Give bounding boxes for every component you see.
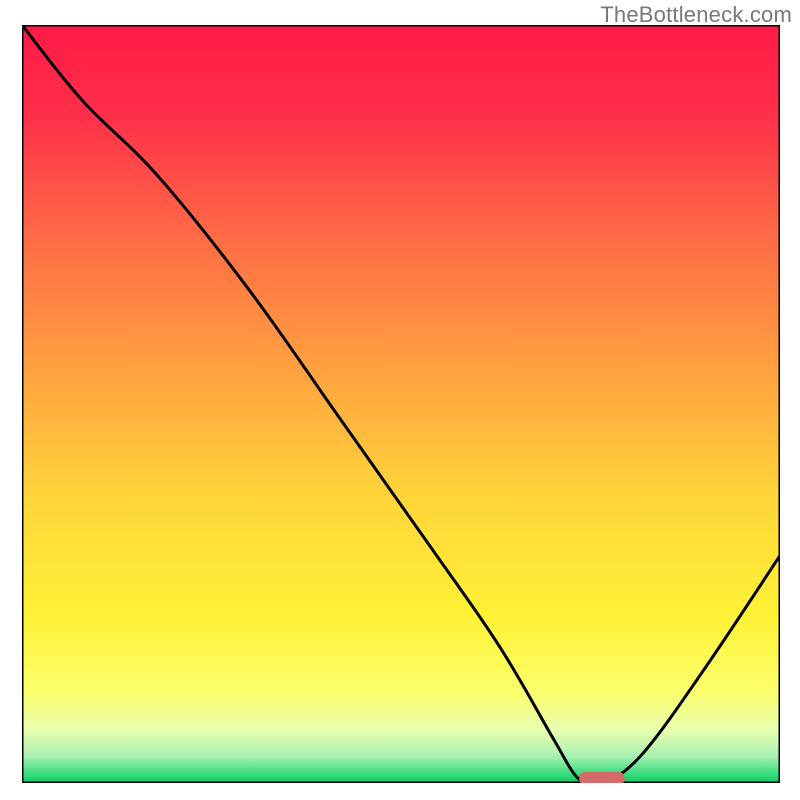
chart-container: TheBottleneck.com	[0, 0, 800, 800]
sweet-spot-marker	[579, 772, 624, 783]
gradient-background	[22, 25, 780, 783]
plot-area	[22, 25, 780, 783]
bottleneck-chart-svg	[22, 25, 780, 783]
